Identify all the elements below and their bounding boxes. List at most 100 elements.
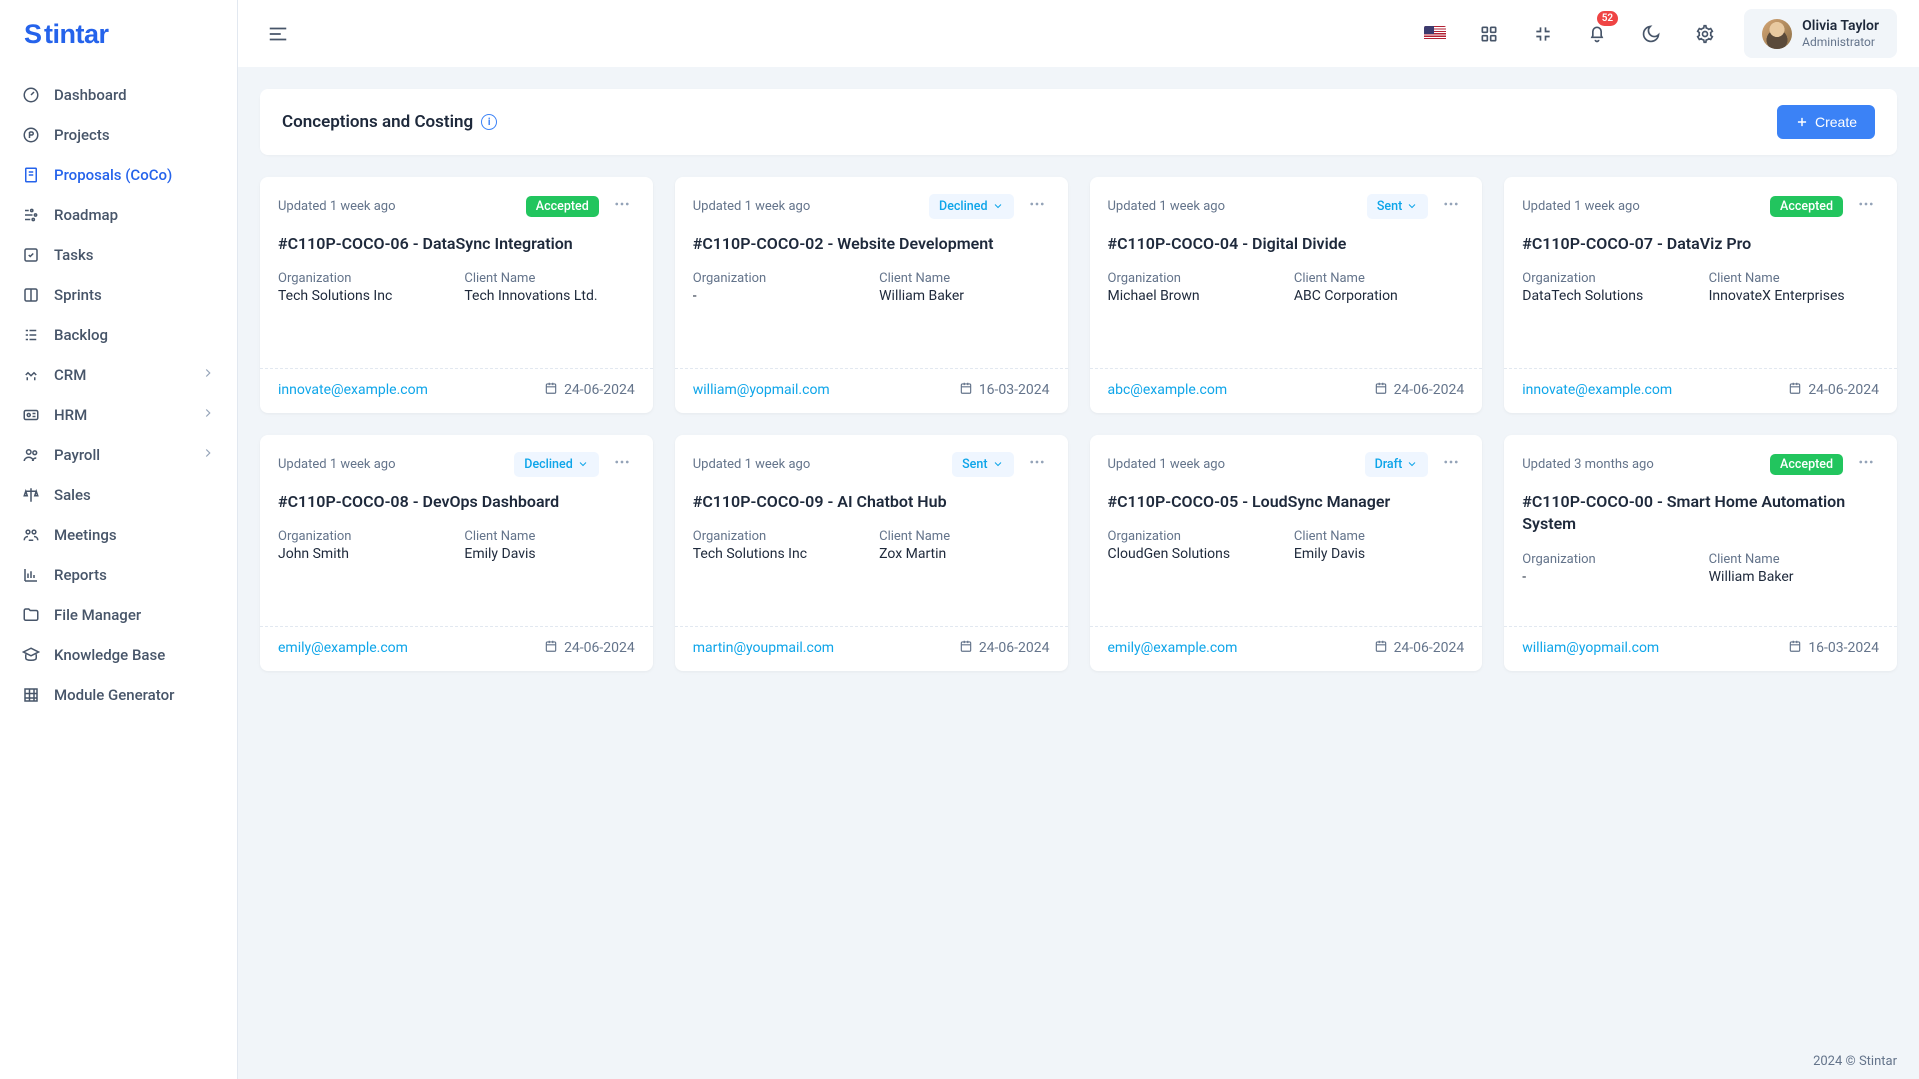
footer-text: 2024 © Stintar xyxy=(1813,1054,1897,1069)
sidebar-item-modulegenerator[interactable]: Module Generator xyxy=(0,675,237,715)
graduation-icon xyxy=(22,646,40,664)
language-flag[interactable] xyxy=(1414,13,1456,55)
circle-p-icon xyxy=(22,126,40,144)
proposal-card: Updated 1 week ago Declined #C110P-COCO-… xyxy=(675,177,1068,413)
email-link[interactable]: william@yopmail.com xyxy=(693,382,830,398)
sidebar-item-filemanager[interactable]: File Manager xyxy=(0,595,237,635)
brand-logo[interactable]: Stintar xyxy=(0,0,237,67)
email-link[interactable]: abc@example.com xyxy=(1108,382,1228,398)
updated-text: Updated 1 week ago xyxy=(278,457,504,472)
client-label: Client Name xyxy=(1294,529,1464,544)
client-value: InnovateX Enterprises xyxy=(1709,288,1879,304)
sidebar-item-knowledgebase[interactable]: Knowledge Base xyxy=(0,635,237,675)
proposal-title[interactable]: #C110P-COCO-02 - Website Development xyxy=(675,219,1068,255)
sidebar-item-label: Proposals (CoCo) xyxy=(54,166,172,184)
sidebar-item-sprints[interactable]: Sprints xyxy=(0,275,237,315)
updated-text: Updated 1 week ago xyxy=(278,199,516,214)
calendar-icon xyxy=(1788,381,1802,399)
date-value: 24-06-2024 xyxy=(1374,381,1465,399)
email-link[interactable]: innovate@example.com xyxy=(278,382,428,398)
more-options-button[interactable] xyxy=(1024,193,1050,219)
document-icon xyxy=(22,166,40,184)
sidebar-item-label: File Manager xyxy=(54,606,141,624)
more-options-button[interactable] xyxy=(1024,451,1050,477)
sidebar-item-projects[interactable]: Projects xyxy=(0,115,237,155)
org-value: - xyxy=(693,288,863,304)
roadmap-icon xyxy=(22,206,40,224)
checklist-icon xyxy=(22,246,40,264)
status-dropdown[interactable]: Draft xyxy=(1365,452,1429,477)
proposal-title[interactable]: #C110P-COCO-09 - AI Chatbot Hub xyxy=(675,477,1068,513)
proposal-title[interactable]: #C110P-COCO-08 - DevOps Dashboard xyxy=(260,477,653,513)
chevron-right-icon xyxy=(201,366,215,384)
more-options-button[interactable] xyxy=(1853,193,1879,219)
org-label: Organization xyxy=(1522,552,1692,567)
columns-icon xyxy=(22,286,40,304)
sidebar-item-label: HRM xyxy=(54,406,87,424)
settings-button[interactable] xyxy=(1684,13,1726,55)
fullscreen-exit-button[interactable] xyxy=(1522,13,1564,55)
sidebar-item-sales[interactable]: Sales xyxy=(0,475,237,515)
sidebar-item-payroll[interactable]: Payroll xyxy=(0,435,237,475)
status-dropdown[interactable]: Sent xyxy=(1367,194,1428,219)
proposal-title[interactable]: #C110P-COCO-06 - DataSync Integration xyxy=(260,219,653,255)
sidebar-item-proposals[interactable]: Proposals (CoCo) xyxy=(0,155,237,195)
email-link[interactable]: william@yopmail.com xyxy=(1522,640,1659,656)
theme-toggle-button[interactable] xyxy=(1630,13,1672,55)
client-label: Client Name xyxy=(1709,552,1879,567)
sidebar-item-label: Module Generator xyxy=(54,686,174,704)
more-options-button[interactable] xyxy=(1438,451,1464,477)
sidebar-item-label: Reports xyxy=(54,566,107,584)
user-role: Administrator xyxy=(1802,35,1879,51)
create-button[interactable]: Create xyxy=(1777,105,1875,139)
status-dropdown[interactable]: Sent xyxy=(952,452,1013,477)
more-options-button[interactable] xyxy=(609,193,635,219)
info-icon[interactable]: i xyxy=(481,114,497,130)
proposal-title[interactable]: #C110P-COCO-07 - DataViz Pro xyxy=(1504,219,1897,255)
sidebar-item-crm[interactable]: CRM xyxy=(0,355,237,395)
user-menu[interactable]: Olivia Taylor Administrator xyxy=(1744,9,1897,59)
email-link[interactable]: martin@youpmail.com xyxy=(693,640,834,656)
sidebar-item-label: Dashboard xyxy=(54,86,127,104)
calendar-icon xyxy=(959,639,973,657)
proposal-title[interactable]: #C110P-COCO-04 - Digital Divide xyxy=(1090,219,1483,255)
sidebar-item-reports[interactable]: Reports xyxy=(0,555,237,595)
page-title: Conceptions and Costing i xyxy=(282,112,497,132)
users-icon xyxy=(22,446,40,464)
org-value: DataTech Solutions xyxy=(1522,288,1692,304)
sidebar-item-hrm[interactable]: HRM xyxy=(0,395,237,435)
sidebar-item-dashboard[interactable]: Dashboard xyxy=(0,75,237,115)
folder-icon xyxy=(22,606,40,624)
sidebar-item-label: Projects xyxy=(54,126,110,144)
proposal-card: Updated 1 week ago Sent #C110P-COCO-04 -… xyxy=(1090,177,1483,413)
sidebar-item-roadmap[interactable]: Roadmap xyxy=(0,195,237,235)
sidebar-item-tasks[interactable]: Tasks xyxy=(0,235,237,275)
notifications-button[interactable]: 52 xyxy=(1576,13,1618,55)
sidebar-item-label: CRM xyxy=(54,366,86,384)
sidebar-item-label: Payroll xyxy=(54,446,100,464)
sidebar-item-meetings[interactable]: Meetings xyxy=(0,515,237,555)
more-options-button[interactable] xyxy=(1853,451,1879,477)
calendar-icon xyxy=(1374,639,1388,657)
us-flag-icon xyxy=(1424,26,1446,41)
email-link[interactable]: emily@example.com xyxy=(1108,640,1238,656)
email-link[interactable]: emily@example.com xyxy=(278,640,408,656)
proposal-title[interactable]: #C110P-COCO-00 - Smart Home Automation S… xyxy=(1504,477,1897,536)
apps-grid-button[interactable] xyxy=(1468,13,1510,55)
proposal-card: Updated 1 week ago Draft #C110P-COCO-05 … xyxy=(1090,435,1483,671)
more-options-button[interactable] xyxy=(609,451,635,477)
date-value: 24-06-2024 xyxy=(1374,639,1465,657)
proposal-title[interactable]: #C110P-COCO-05 - LoudSync Manager xyxy=(1090,477,1483,513)
org-value: John Smith xyxy=(278,546,448,562)
org-label: Organization xyxy=(693,271,863,286)
status-dropdown[interactable]: Declined xyxy=(514,452,598,477)
org-value: - xyxy=(1522,569,1692,585)
sidebar-item-backlog[interactable]: Backlog xyxy=(0,315,237,355)
more-options-button[interactable] xyxy=(1438,193,1464,219)
email-link[interactable]: innovate@example.com xyxy=(1522,382,1672,398)
client-label: Client Name xyxy=(879,271,1049,286)
sidebar-item-label: Sales xyxy=(54,486,91,504)
client-label: Client Name xyxy=(879,529,1049,544)
menu-toggle-button[interactable] xyxy=(260,16,296,52)
status-dropdown[interactable]: Declined xyxy=(929,194,1013,219)
